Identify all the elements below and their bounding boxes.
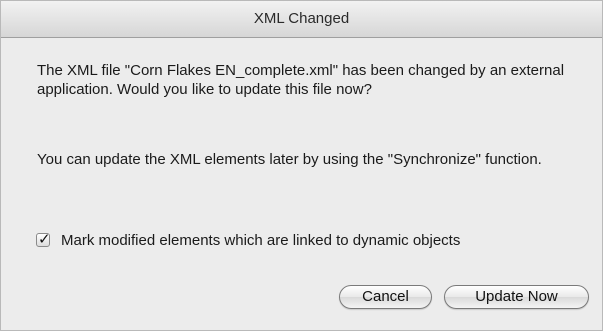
secondary-message: You can update the XML elements later by… (37, 151, 542, 168)
cancel-button[interactable]: Cancel (339, 285, 432, 309)
mark-modified-option[interactable]: ✓ Mark modified elements which are linke… (36, 230, 460, 250)
dialog-title: XML Changed (1, 1, 602, 38)
update-now-button[interactable]: Update Now (444, 285, 589, 309)
mark-modified-label[interactable]: Mark modified elements which are linked … (61, 232, 460, 249)
mark-modified-checkbox[interactable]: ✓ (36, 230, 51, 248)
checkmark-icon: ✓ (38, 230, 51, 248)
primary-message: The XML file "Corn Flakes EN_complete.xm… (37, 62, 565, 98)
xml-changed-dialog: XML Changed The XML file "Corn Flakes EN… (0, 0, 603, 331)
